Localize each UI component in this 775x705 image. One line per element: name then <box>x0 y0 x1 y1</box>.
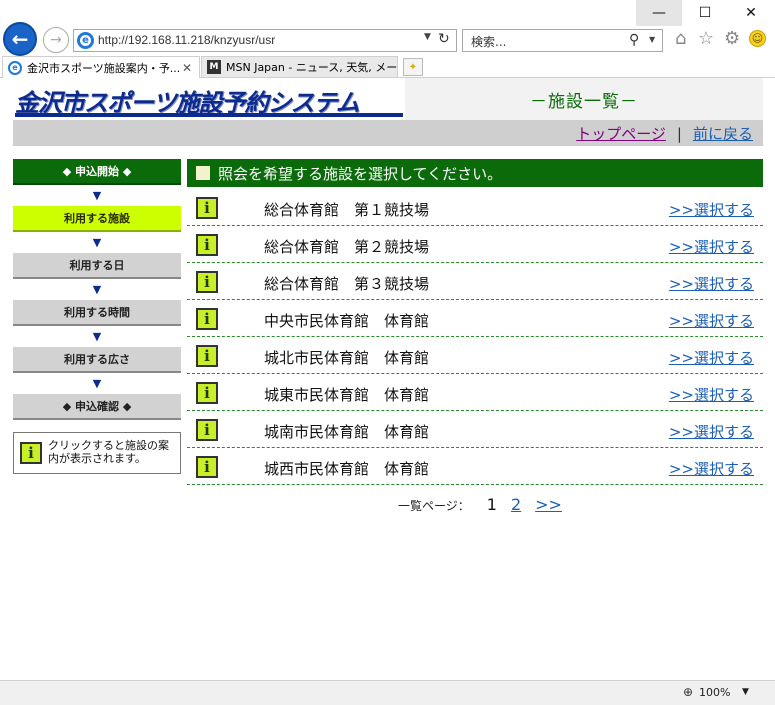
step-arrow-icon: ▼ <box>92 377 102 390</box>
gear-icon[interactable]: ⚙ <box>724 28 740 49</box>
search-placeholder[interactable]: 検索... <box>471 33 506 50</box>
info-icon[interactable]: i <box>196 308 218 330</box>
header-title-box: －施設一覧－ <box>405 78 763 120</box>
select-facility-link[interactable]: >>選択する <box>669 199 754 220</box>
info-icon[interactable]: i <box>196 419 218 441</box>
tab-msn[interactable]: M MSN Japan - ニュース, 天気, メー... <box>201 56 398 78</box>
search-field[interactable]: 検索... ⚲ ▼ <box>462 29 663 52</box>
facility-name: 中央市民体育館 体育館 <box>264 312 430 330</box>
tab-strip: e 金沢市スポーツ施設案内・予... ✕ M MSN Japan - ニュース,… <box>0 56 775 78</box>
close-tab-icon[interactable]: ✕ <box>182 61 196 75</box>
facility-list: i 総合体育館 第１競技場 >>選択する i 総合体育館 第２競技場 >>選択する i 総合体… <box>187 189 763 485</box>
facility-name: 城西市民体育館 体育館 <box>264 460 430 478</box>
select-facility-link[interactable]: >>選択する <box>669 236 754 257</box>
facility-row: i 総合体育館 第２競技場 >>選択する <box>187 226 763 263</box>
step-arrow-icon: ▼ <box>92 330 102 343</box>
address-url[interactable]: http://192.168.11.218/knzyusr/usr <box>98 33 275 47</box>
new-tab-button[interactable]: ✦ <box>403 58 423 76</box>
forward-button[interactable]: → <box>43 27 69 53</box>
select-facility-link[interactable]: >>選択する <box>669 310 754 331</box>
facility-name: 総合体育館 第２競技場 <box>264 238 430 256</box>
select-facility-link[interactable]: >>選択する <box>669 384 754 405</box>
search-icon[interactable]: ⚲ <box>629 32 639 48</box>
minimize-icon: — <box>652 5 666 21</box>
facility-row: i 城東市民体育館 体育館 >>選択する <box>187 374 763 411</box>
step-facility: 利用する施設 <box>13 206 181 232</box>
step-time: 利用する時間 <box>13 300 181 326</box>
page-title: －施設一覧－ <box>530 91 638 112</box>
site-header: 金沢市スポーツ施設予約システム －施設一覧－ <box>13 78 763 120</box>
ie-icon: e <box>8 60 22 75</box>
info-hint-box: i クリックすると施設の案内が表示されます。 <box>13 432 181 474</box>
arrow-right-icon: → <box>50 32 62 48</box>
info-icon[interactable]: i <box>196 382 218 404</box>
info-icon[interactable]: i <box>196 234 218 256</box>
address-bar-row: ← → e http://192.168.11.218/knzyusr/usr … <box>0 22 775 56</box>
pager-current-page: 1 <box>486 495 497 514</box>
facility-list-header: 照会を希望する施設を選択してください。 <box>187 159 763 187</box>
facility-name: 総合体育館 第１競技場 <box>264 201 430 219</box>
msn-icon: M <box>207 60 221 74</box>
chevron-down-icon[interactable]: ▼ <box>649 35 655 44</box>
nav-separator: | <box>676 125 682 143</box>
info-icon[interactable]: i <box>196 345 218 367</box>
step-arrow-icon: ▼ <box>92 283 102 296</box>
tab-label: 金沢市スポーツ施設案内・予... <box>27 61 181 75</box>
facility-name: 城東市民体育館 体育館 <box>264 386 430 404</box>
facility-row: i 総合体育館 第３競技場 >>選択する <box>187 263 763 300</box>
refresh-icon[interactable]: ↻ <box>438 31 450 47</box>
feedback-smiley-icon[interactable]: ☺ <box>749 30 766 47</box>
select-facility-link[interactable]: >>選択する <box>669 421 754 442</box>
close-icon: ✕ <box>745 5 757 21</box>
back-button[interactable]: ← <box>3 22 37 56</box>
tab-kanazawa[interactable]: e 金沢市スポーツ施設案内・予... ✕ <box>2 56 200 78</box>
pager-next[interactable]: >> <box>535 495 562 514</box>
chevron-down-icon[interactable]: ▼ <box>424 32 431 42</box>
info-icon[interactable]: i <box>196 271 218 293</box>
facility-row: i 中央市民体育館 体育館 >>選択する <box>187 300 763 337</box>
square-bullet-icon <box>196 166 210 180</box>
facility-row: i 総合体育館 第１競技場 >>選択する <box>187 189 763 226</box>
step-sidebar: ◆ 申込開始 ◆ ▼ 利用する施設 ▼ 利用する日 ▼ 利用する時間 ▼ 利用す… <box>13 159 181 420</box>
arrow-left-icon: ← <box>11 27 29 51</box>
top-navigation: トップページ | 前に戻る <box>13 120 763 146</box>
facility-row: i 城南市民体育館 体育館 >>選択する <box>187 411 763 448</box>
pager-page-2[interactable]: 2 <box>511 495 521 514</box>
step-arrow-icon: ▼ <box>92 236 102 249</box>
facility-row: i 城北市民体育館 体育館 >>選択する <box>187 337 763 374</box>
pager: 一覧ページ： 1 2 >> <box>398 495 576 514</box>
new-tab-icon: ✦ <box>408 61 418 73</box>
select-facility-link[interactable]: >>選択する <box>669 347 754 368</box>
select-facility-link[interactable]: >>選択する <box>669 458 754 479</box>
address-field[interactable]: e http://192.168.11.218/knzyusr/usr ▼ ↻ <box>73 29 457 52</box>
favorites-star-icon[interactable]: ☆ <box>698 28 714 49</box>
step-date: 利用する日 <box>13 253 181 279</box>
ie-icon: e <box>77 32 94 49</box>
zoom-icon[interactable]: ⊕ <box>683 685 693 699</box>
facility-name: 城南市民体育館 体育館 <box>264 423 430 441</box>
facility-row: i 城西市民体育館 体育館 >>選択する <box>187 448 763 485</box>
info-hint-text: クリックすると施設の案内が表示されます。 <box>48 439 169 465</box>
select-facility-link[interactable]: >>選択する <box>669 273 754 294</box>
step-confirm: ◆ 申込確認 ◆ <box>13 394 181 420</box>
chevron-down-icon[interactable]: ▼ <box>742 687 749 697</box>
info-icon[interactable]: i <box>196 197 218 219</box>
info-icon[interactable]: i <box>196 456 218 478</box>
step-area: 利用する広さ <box>13 347 181 373</box>
back-link[interactable]: 前に戻る <box>693 125 753 143</box>
facility-list-heading: 照会を希望する施設を選択してください。 <box>218 164 503 183</box>
status-bar: ⊕ 100% ▼ <box>0 680 775 705</box>
info-icon: i <box>20 442 42 464</box>
facility-name: 城北市民体育館 体育館 <box>264 349 430 367</box>
step-arrow-icon: ▼ <box>92 189 102 202</box>
zoom-level[interactable]: 100% <box>699 686 730 699</box>
facility-name: 総合体育館 第３競技場 <box>264 275 430 293</box>
tab-label: MSN Japan - ニュース, 天気, メー... <box>226 61 397 74</box>
home-icon[interactable]: ⌂ <box>675 28 686 49</box>
pager-label: 一覧ページ： <box>398 499 470 513</box>
top-page-link[interactable]: トップページ <box>576 125 666 143</box>
maximize-icon: ☐ <box>698 5 712 21</box>
step-start: ◆ 申込開始 ◆ <box>13 159 181 185</box>
logo-underline <box>15 113 403 117</box>
